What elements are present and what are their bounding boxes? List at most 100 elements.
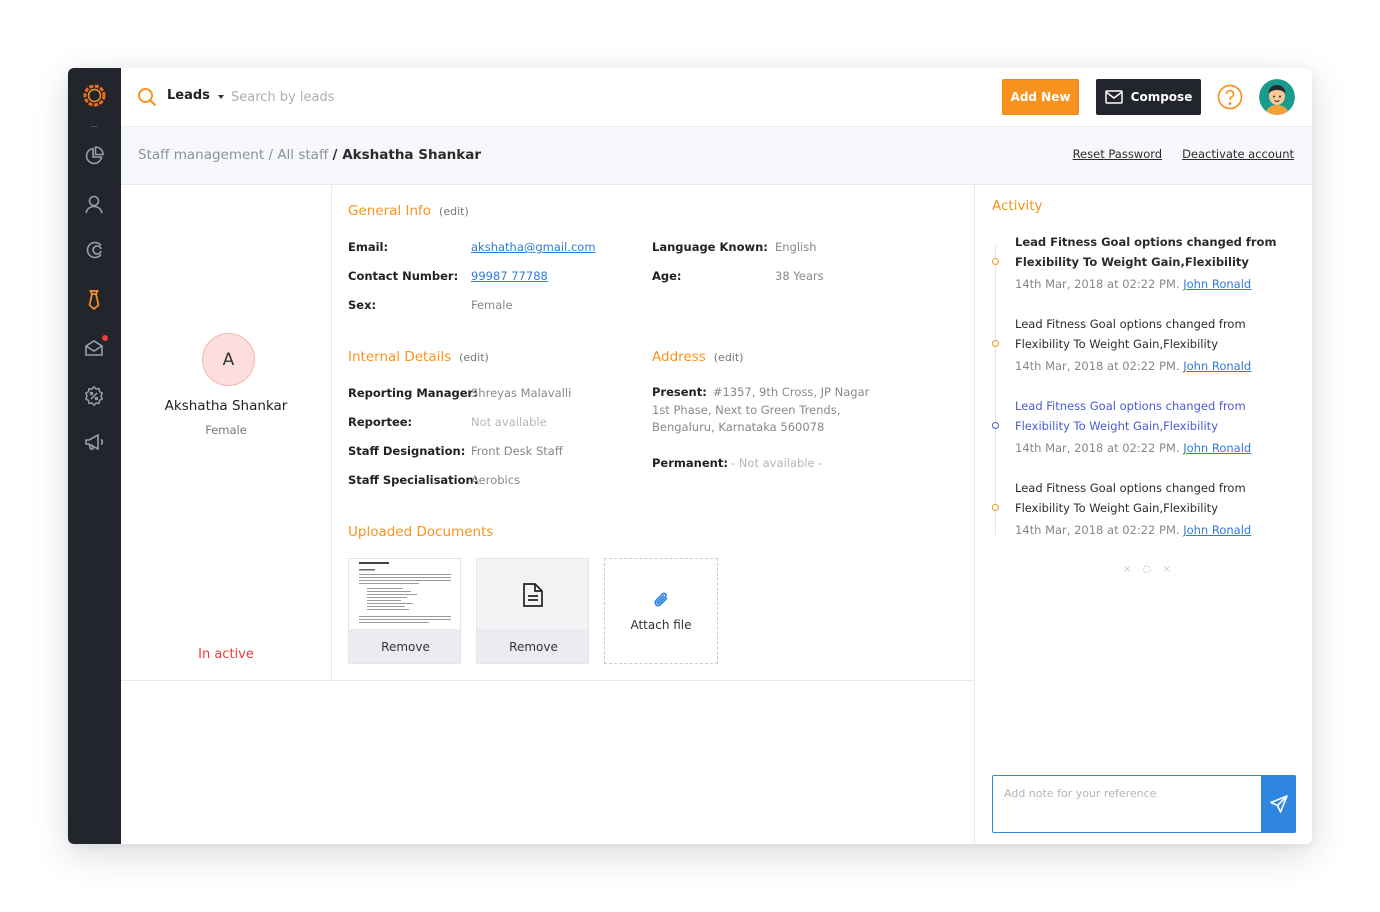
activity-time: 14th Mar, 2018 at 02:22 PM. John Ronald: [1015, 277, 1252, 291]
age-label: Age:: [652, 269, 682, 283]
settings-percent-icon: [84, 385, 104, 407]
tie-icon: [88, 290, 100, 311]
profile-card: A Akshatha Shankar Female In active: [121, 185, 332, 681]
activity-time: 14th Mar, 2018 at 02:22 PM. John Ronald: [1015, 523, 1252, 537]
sidebar-item-inbox[interactable]: [80, 334, 108, 362]
timeline-dot: [992, 504, 999, 511]
timeline-dot: [992, 340, 999, 347]
breadcrumb-current: Akshatha Shankar: [342, 147, 482, 163]
activity-text: Lead Fitness Goal options changed from F…: [1015, 399, 1246, 433]
document-preview[interactable]: [349, 559, 461, 629]
paperclip-icon: [654, 592, 668, 607]
activity-user-link[interactable]: John Ronald: [1183, 441, 1251, 455]
activity-text: Lead Fitness Goal options changed from F…: [1015, 235, 1277, 269]
internal-details-edit-link[interactable]: (edit): [459, 351, 489, 364]
specialisation-value: Aerobics: [471, 473, 521, 487]
general-info-title: General Info: [348, 203, 432, 219]
general-info-edit-link[interactable]: (edit): [439, 205, 469, 218]
address-edit-link[interactable]: (edit): [714, 351, 744, 364]
sidebar-item-campaigns[interactable]: [80, 428, 108, 456]
sidebar-item-leads[interactable]: [80, 236, 108, 264]
sidebar-item-offers[interactable]: [80, 382, 108, 410]
reportee-label: Reportee:: [348, 415, 413, 429]
activity-panel: Activity Lead Fitness Goal options chang…: [974, 185, 1312, 844]
note-composer: [992, 775, 1296, 833]
remove-document-button[interactable]: Remove: [349, 629, 460, 663]
send-icon: [1269, 795, 1288, 813]
age-value: 38 Years: [775, 269, 824, 283]
timeline-dot: [992, 422, 999, 429]
timeline-line: [995, 245, 996, 535]
document-card: Remove: [348, 558, 461, 664]
add-new-button[interactable]: Add New: [1002, 79, 1079, 115]
activity-item: Lead Fitness Goal options changed from F…: [1015, 396, 1295, 455]
content-divider: [121, 680, 974, 681]
app-window: Leads Add New Compose Staff manageme: [68, 68, 1312, 844]
breadcrumb-all-staff[interactable]: All staff: [277, 147, 328, 163]
language-value: English: [775, 240, 817, 254]
magnet-icon: [86, 241, 102, 259]
activity-item: Lead Fitness Goal options changed from F…: [1015, 478, 1295, 537]
activity-user-link[interactable]: John Ronald: [1183, 277, 1251, 291]
manager-value: Shreyas Malavalli: [471, 386, 572, 400]
caret-down-icon: [217, 94, 224, 99]
permanent-label: Permanent:: [652, 456, 728, 470]
file-icon: [523, 583, 543, 607]
permanent-value: - Not available -: [731, 456, 823, 470]
sidebar-item-dashboard[interactable]: [80, 142, 108, 170]
timeline-dot: [992, 258, 999, 265]
megaphone-icon: [85, 433, 104, 451]
search-input[interactable]: [231, 85, 531, 109]
search-icon: [138, 88, 157, 107]
mail-icon: [1104, 90, 1123, 104]
profile-name: Akshatha Shankar: [164, 398, 288, 414]
breadcrumb: Staff management / All staff / Akshatha …: [138, 147, 482, 163]
deactivate-account-link[interactable]: Deactivate account: [1182, 147, 1294, 161]
module-selector[interactable]: Leads: [167, 88, 224, 103]
activity-user-link[interactable]: John Ronald: [1183, 523, 1251, 537]
reportee-value: Not available: [471, 415, 547, 429]
activity-user-link[interactable]: John Ronald: [1183, 359, 1251, 373]
remove-document-button[interactable]: Remove: [477, 629, 588, 663]
module-selector-label: Leads: [167, 88, 210, 103]
address-section: Address (edit): [652, 349, 743, 365]
activity-item: Lead Fitness Goal options changed from F…: [1015, 314, 1295, 373]
internal-details-title: Internal Details: [348, 349, 452, 365]
profile-avatar: A: [202, 333, 255, 386]
note-input[interactable]: [993, 776, 1261, 832]
sidebar-item-users[interactable]: [80, 190, 108, 218]
attach-file-label: Attach file: [630, 618, 692, 632]
user-avatar[interactable]: [1259, 79, 1295, 115]
language-label: Language Known:: [652, 240, 768, 254]
staff-details: General Info (edit) Email: akshatha@gmail…: [332, 185, 974, 681]
sex-value: Female: [471, 298, 513, 312]
notification-dot: [102, 335, 108, 341]
present-address: Present: #1357, 9th Cross, JP Nagar 1st P…: [652, 384, 882, 437]
send-note-button[interactable]: [1261, 775, 1296, 833]
email-link[interactable]: akshatha@gmail.com: [471, 240, 596, 254]
email-label: Email:: [348, 240, 389, 254]
logo-icon[interactable]: [81, 82, 108, 109]
uploaded-documents-title: Uploaded Documents: [348, 524, 494, 540]
activity-item: Lead Fitness Goal options changed from F…: [1015, 232, 1295, 291]
document-card: Remove: [476, 558, 589, 664]
breadcrumb-staff-management[interactable]: Staff management: [138, 147, 264, 163]
top-bar: Leads Add New Compose: [121, 68, 1312, 127]
sidebar-item-staff[interactable]: [80, 286, 108, 314]
designation-value: Front Desk Staff: [471, 444, 563, 458]
contact-label: Contact Number:: [348, 269, 459, 283]
activity-text: Lead Fitness Goal options changed from F…: [1015, 317, 1246, 351]
contact-link[interactable]: 99987 77788: [471, 269, 548, 283]
help-icon[interactable]: [1217, 84, 1243, 110]
specialisation-label: Staff Specialisation:: [348, 473, 479, 487]
compose-button[interactable]: Compose: [1096, 79, 1201, 115]
status-badge: In active: [198, 647, 254, 662]
manager-label: Reporting Manager:: [348, 386, 478, 400]
account-actions: Reset Password Deactivate account: [1073, 147, 1294, 161]
attach-file-button[interactable]: Attach file: [604, 558, 718, 664]
activity-text: Lead Fitness Goal options changed from F…: [1015, 481, 1246, 515]
reset-password-link[interactable]: Reset Password: [1073, 147, 1163, 161]
internal-details-section: Internal Details (edit): [348, 349, 489, 365]
user-icon: [85, 195, 103, 214]
address-title: Address: [652, 349, 706, 365]
